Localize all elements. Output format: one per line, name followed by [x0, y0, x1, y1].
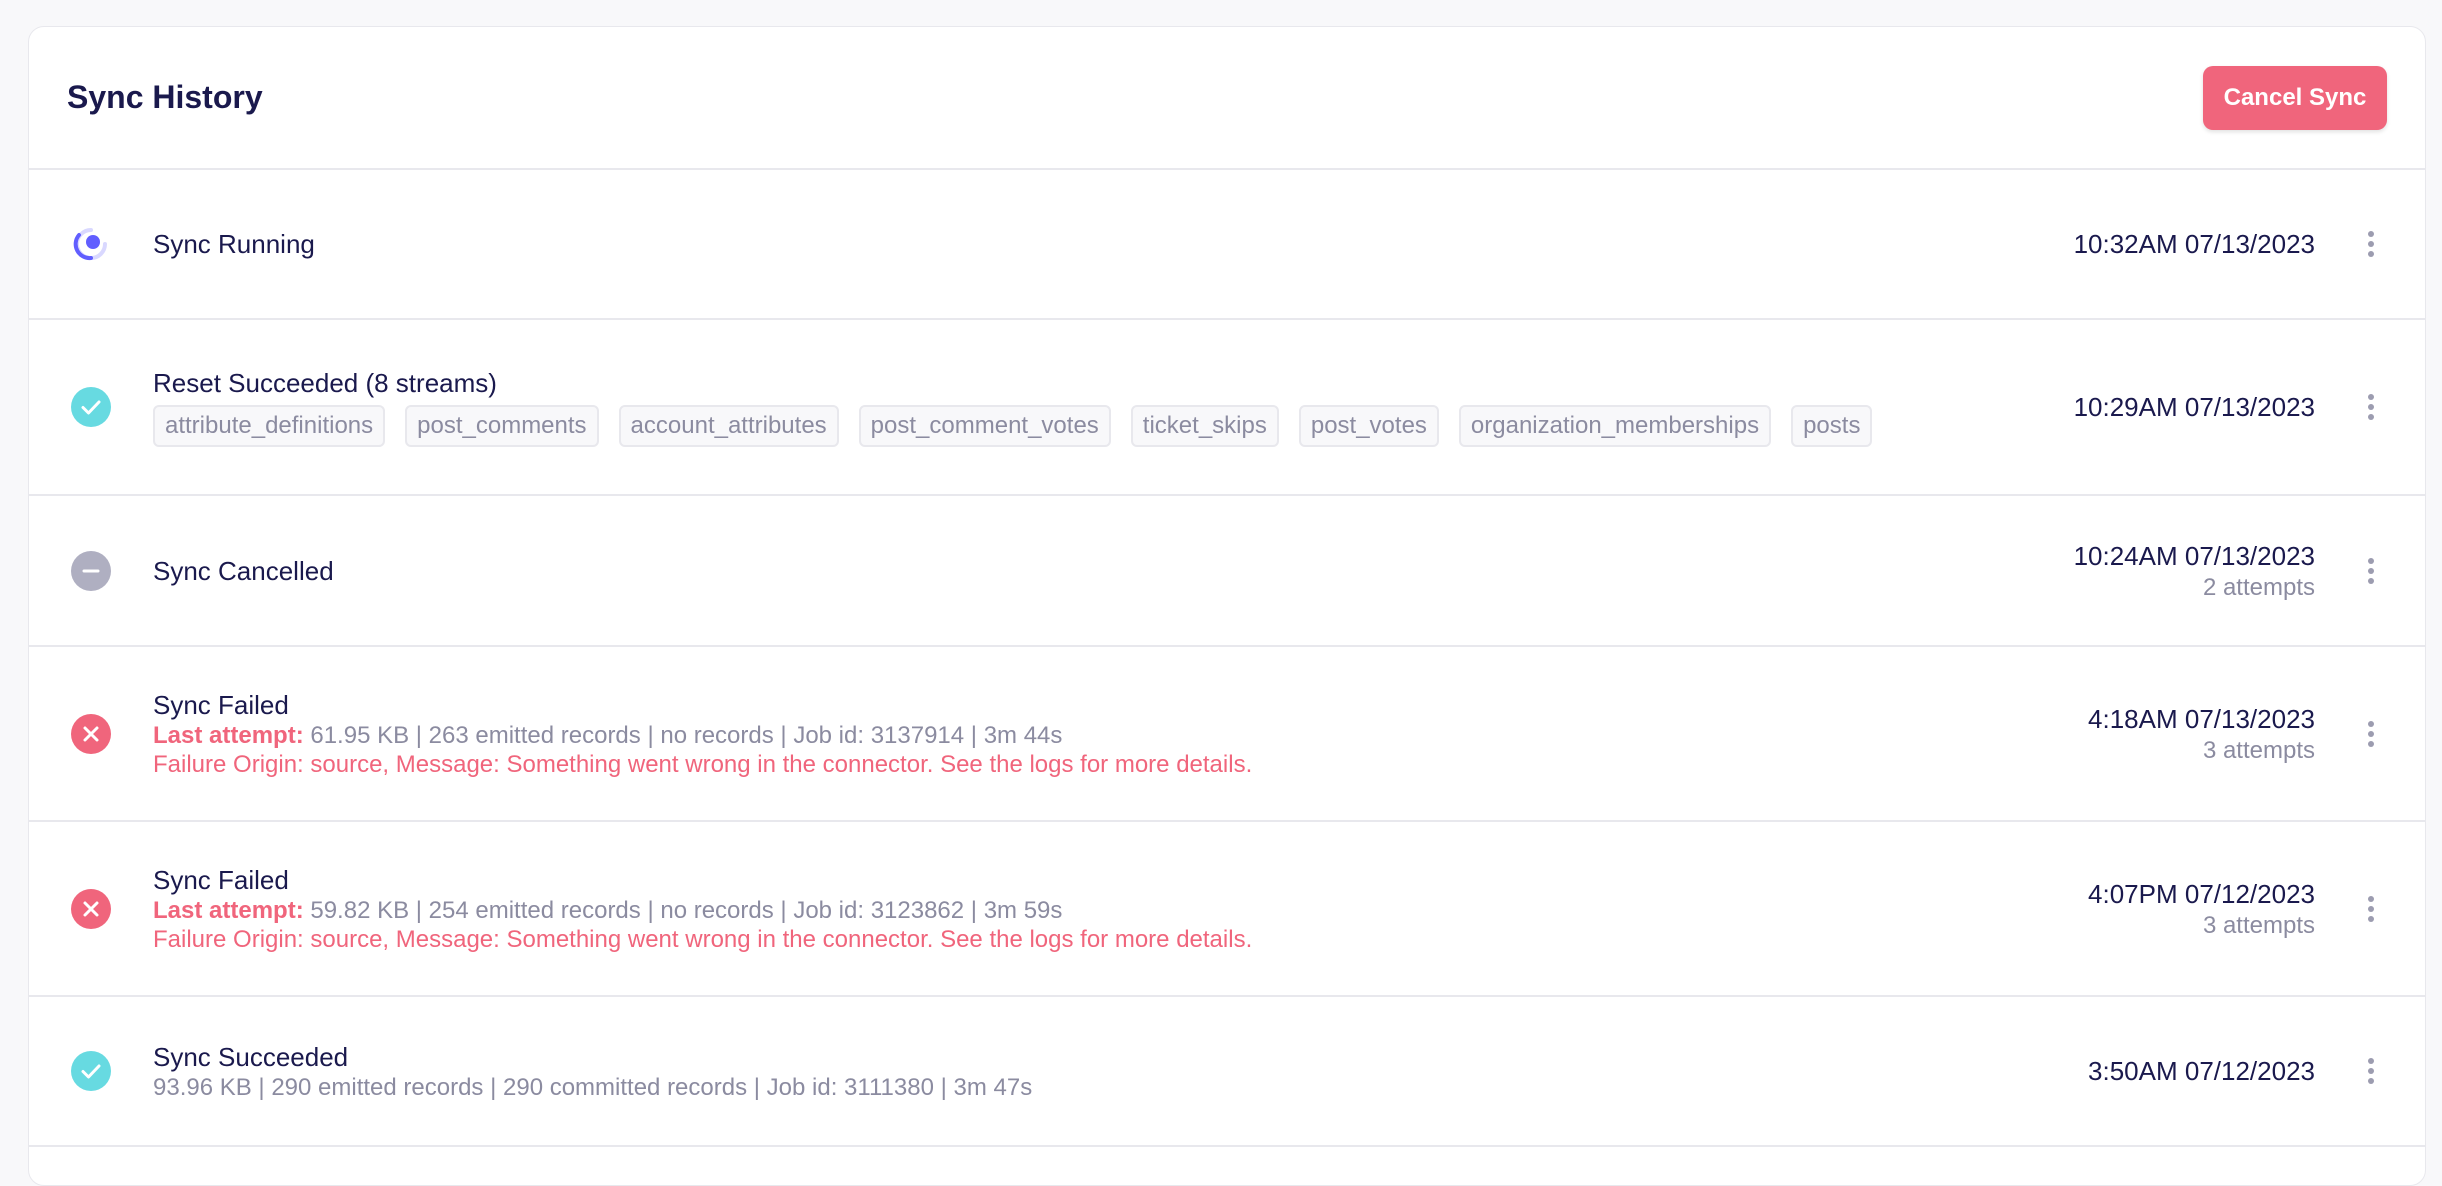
job-row-failed[interactable]: Sync Failed Last attempt: 61.95 KB | 263… — [29, 647, 2425, 822]
job-details: Sync Running — [153, 228, 2074, 260]
job-attempts: 2 attempts — [2202, 573, 2315, 601]
job-meta: 4:18AM 07/13/2023 3 attempts — [2088, 702, 2315, 766]
stream-tag: posts — [1791, 405, 1873, 447]
job-summary-text: 59.82 KB | 254 emitted records | no reco… — [310, 896, 1063, 924]
stream-tag: post_votes — [1298, 405, 1439, 447]
job-timestamp: 10:29AM 07/13/2023 — [2073, 392, 2315, 422]
job-attempts: 3 attempts — [2202, 736, 2315, 764]
job-meta: 4:07PM 07/12/2023 3 attempts — [2088, 877, 2315, 941]
job-details: Reset Succeeded (8 streams) attribute_de… — [153, 367, 2074, 447]
job-title: Sync Succeeded — [153, 1041, 349, 1072]
minus-circle-icon — [71, 550, 111, 591]
stream-tag: account_attributes — [618, 405, 839, 447]
job-timestamp: 10:24AM 07/13/2023 — [2073, 540, 2315, 571]
job-attempts: 3 attempts — [2202, 911, 2315, 939]
running-spinner-icon — [71, 224, 111, 264]
job-meta: 3:50AM 07/12/2023 — [2088, 1054, 2315, 1088]
job-row-cancelled[interactable]: Sync Cancelled 10:24AM 07/13/2023 2 atte… — [29, 496, 2425, 647]
job-row-succeeded[interactable]: Sync Succeeded 93.96 KB | 290 emitted re… — [29, 997, 2425, 1147]
job-menu-icon[interactable] — [2357, 714, 2385, 754]
job-title: Sync Cancelled — [153, 555, 334, 586]
job-summary: 93.96 KB | 290 emitted records | 290 com… — [153, 1073, 1033, 1101]
job-summary: Last attempt: 61.95 KB | 263 emitted rec… — [153, 721, 2088, 750]
job-row-failed[interactable]: Sync Failed Last attempt: 59.82 KB | 254… — [29, 822, 2425, 997]
job-meta: 10:32AM 07/13/2023 — [2074, 227, 2315, 261]
job-summary-text: 61.95 KB | 263 emitted records | no reco… — [310, 721, 1063, 749]
job-title: Sync Failed — [153, 689, 289, 720]
job-title: Sync Running — [153, 229, 315, 259]
job-details: Sync Failed Last attempt: 59.82 KB | 254… — [153, 864, 2088, 954]
x-circle-icon — [71, 713, 111, 754]
job-timestamp: 4:18AM 07/13/2023 — [2088, 703, 2315, 734]
job-meta: 10:29AM 07/13/2023 — [2074, 390, 2315, 424]
last-attempt-label: Last attempt: — [153, 896, 304, 924]
stream-tag: ticket_skips — [1130, 405, 1279, 447]
stream-tag-list: attribute_definitions post_comments acco… — [153, 405, 2074, 447]
job-menu-icon[interactable] — [2357, 889, 2385, 929]
check-circle-icon — [71, 387, 111, 427]
x-circle-icon — [71, 888, 111, 929]
job-row-reset-succeeded[interactable]: Reset Succeeded (8 streams) attribute_de… — [29, 320, 2425, 496]
stream-tag: post_comments — [405, 405, 599, 447]
stream-tag: attribute_definitions — [153, 405, 386, 447]
job-menu-icon[interactable] — [2357, 1051, 2385, 1091]
failure-message: Failure Origin: source, Message: Somethi… — [153, 925, 1253, 953]
job-details: Sync Succeeded 93.96 KB | 290 emitted re… — [153, 1041, 2088, 1102]
card-header: Sync History Cancel Sync — [29, 27, 2425, 170]
job-details: Sync Cancelled — [153, 555, 2074, 587]
job-details: Sync Failed Last attempt: 61.95 KB | 263… — [153, 689, 2088, 779]
job-timestamp: 4:07PM 07/12/2023 — [2088, 878, 2315, 909]
job-timestamp: 10:32AM 07/13/2023 — [2073, 229, 2315, 259]
job-menu-icon[interactable] — [2357, 224, 2385, 264]
stream-tag: post_comment_votes — [858, 405, 1111, 447]
sync-history-card: Sync History Cancel Sync Sync Running 10… — [28, 26, 2426, 1186]
page-title: Sync History — [67, 79, 263, 115]
job-title: Sync Failed — [153, 864, 289, 895]
cancel-sync-button[interactable]: Cancel Sync — [2203, 65, 2387, 130]
job-row-running[interactable]: Sync Running 10:32AM 07/13/2023 — [29, 170, 2425, 320]
stream-tag: organization_memberships — [1458, 405, 1772, 447]
failure-message: Failure Origin: source, Message: Somethi… — [153, 750, 1253, 778]
job-summary: Last attempt: 59.82 KB | 254 emitted rec… — [153, 896, 2088, 925]
job-title: Reset Succeeded (8 streams) — [153, 368, 497, 398]
job-menu-icon[interactable] — [2357, 551, 2385, 591]
check-circle-icon — [71, 1051, 111, 1091]
job-menu-icon[interactable] — [2357, 387, 2385, 427]
job-meta: 10:24AM 07/13/2023 2 attempts — [2074, 539, 2315, 603]
job-timestamp: 3:50AM 07/12/2023 — [2088, 1056, 2315, 1086]
last-attempt-label: Last attempt: — [153, 721, 304, 749]
